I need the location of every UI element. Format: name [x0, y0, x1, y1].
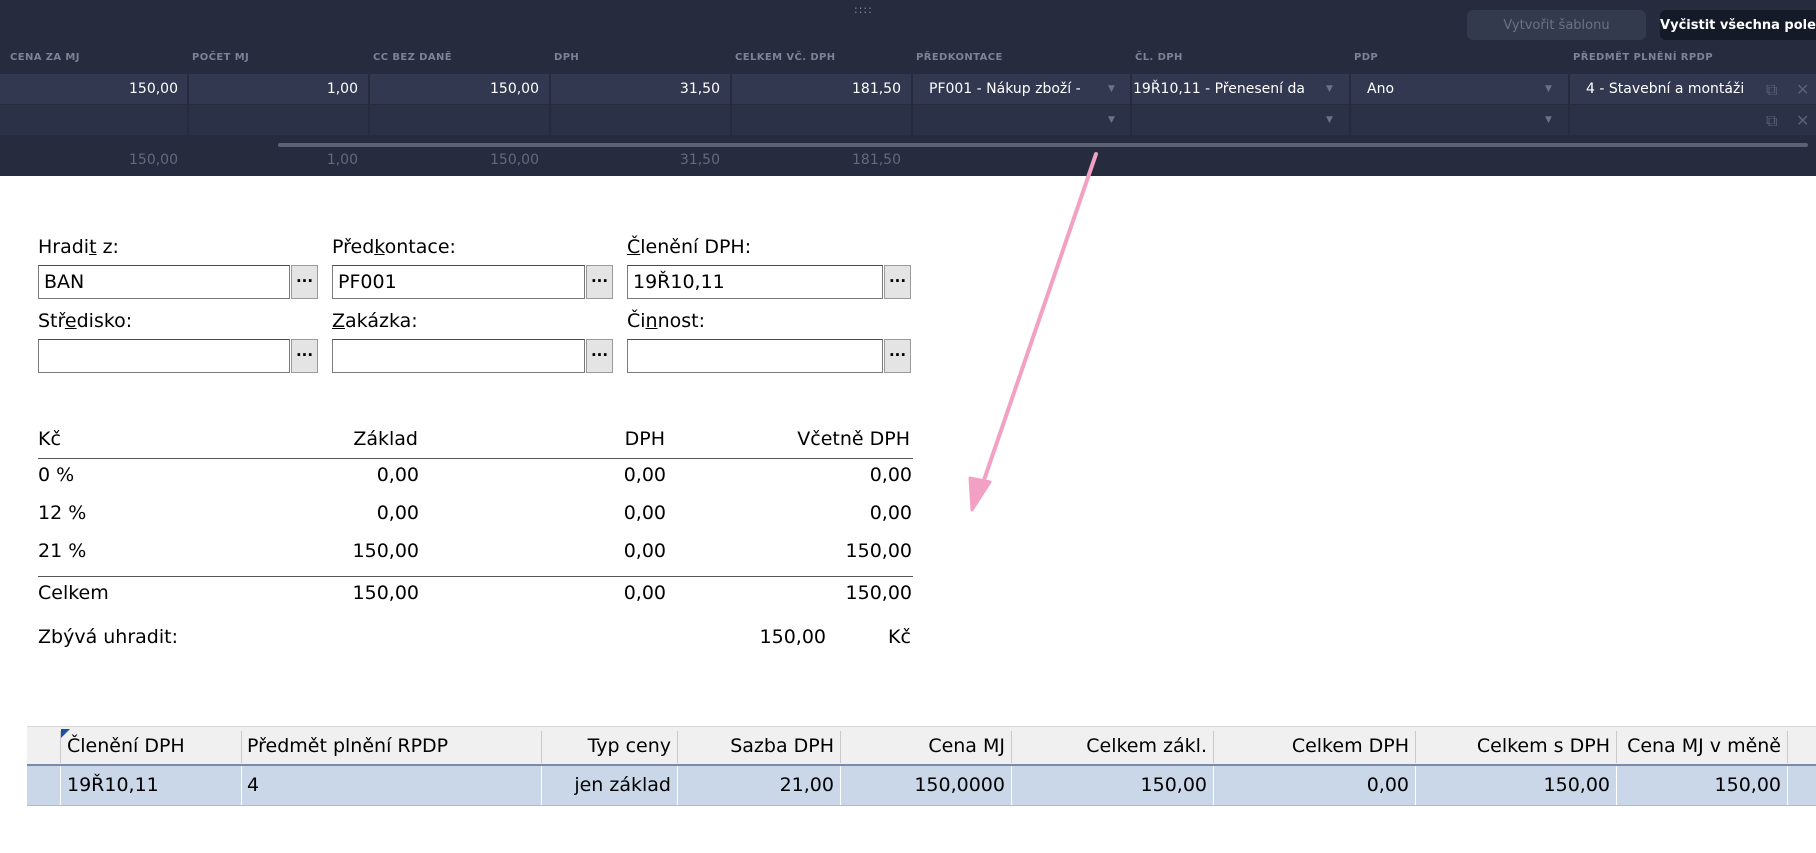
annotation-arrow — [968, 152, 1098, 512]
